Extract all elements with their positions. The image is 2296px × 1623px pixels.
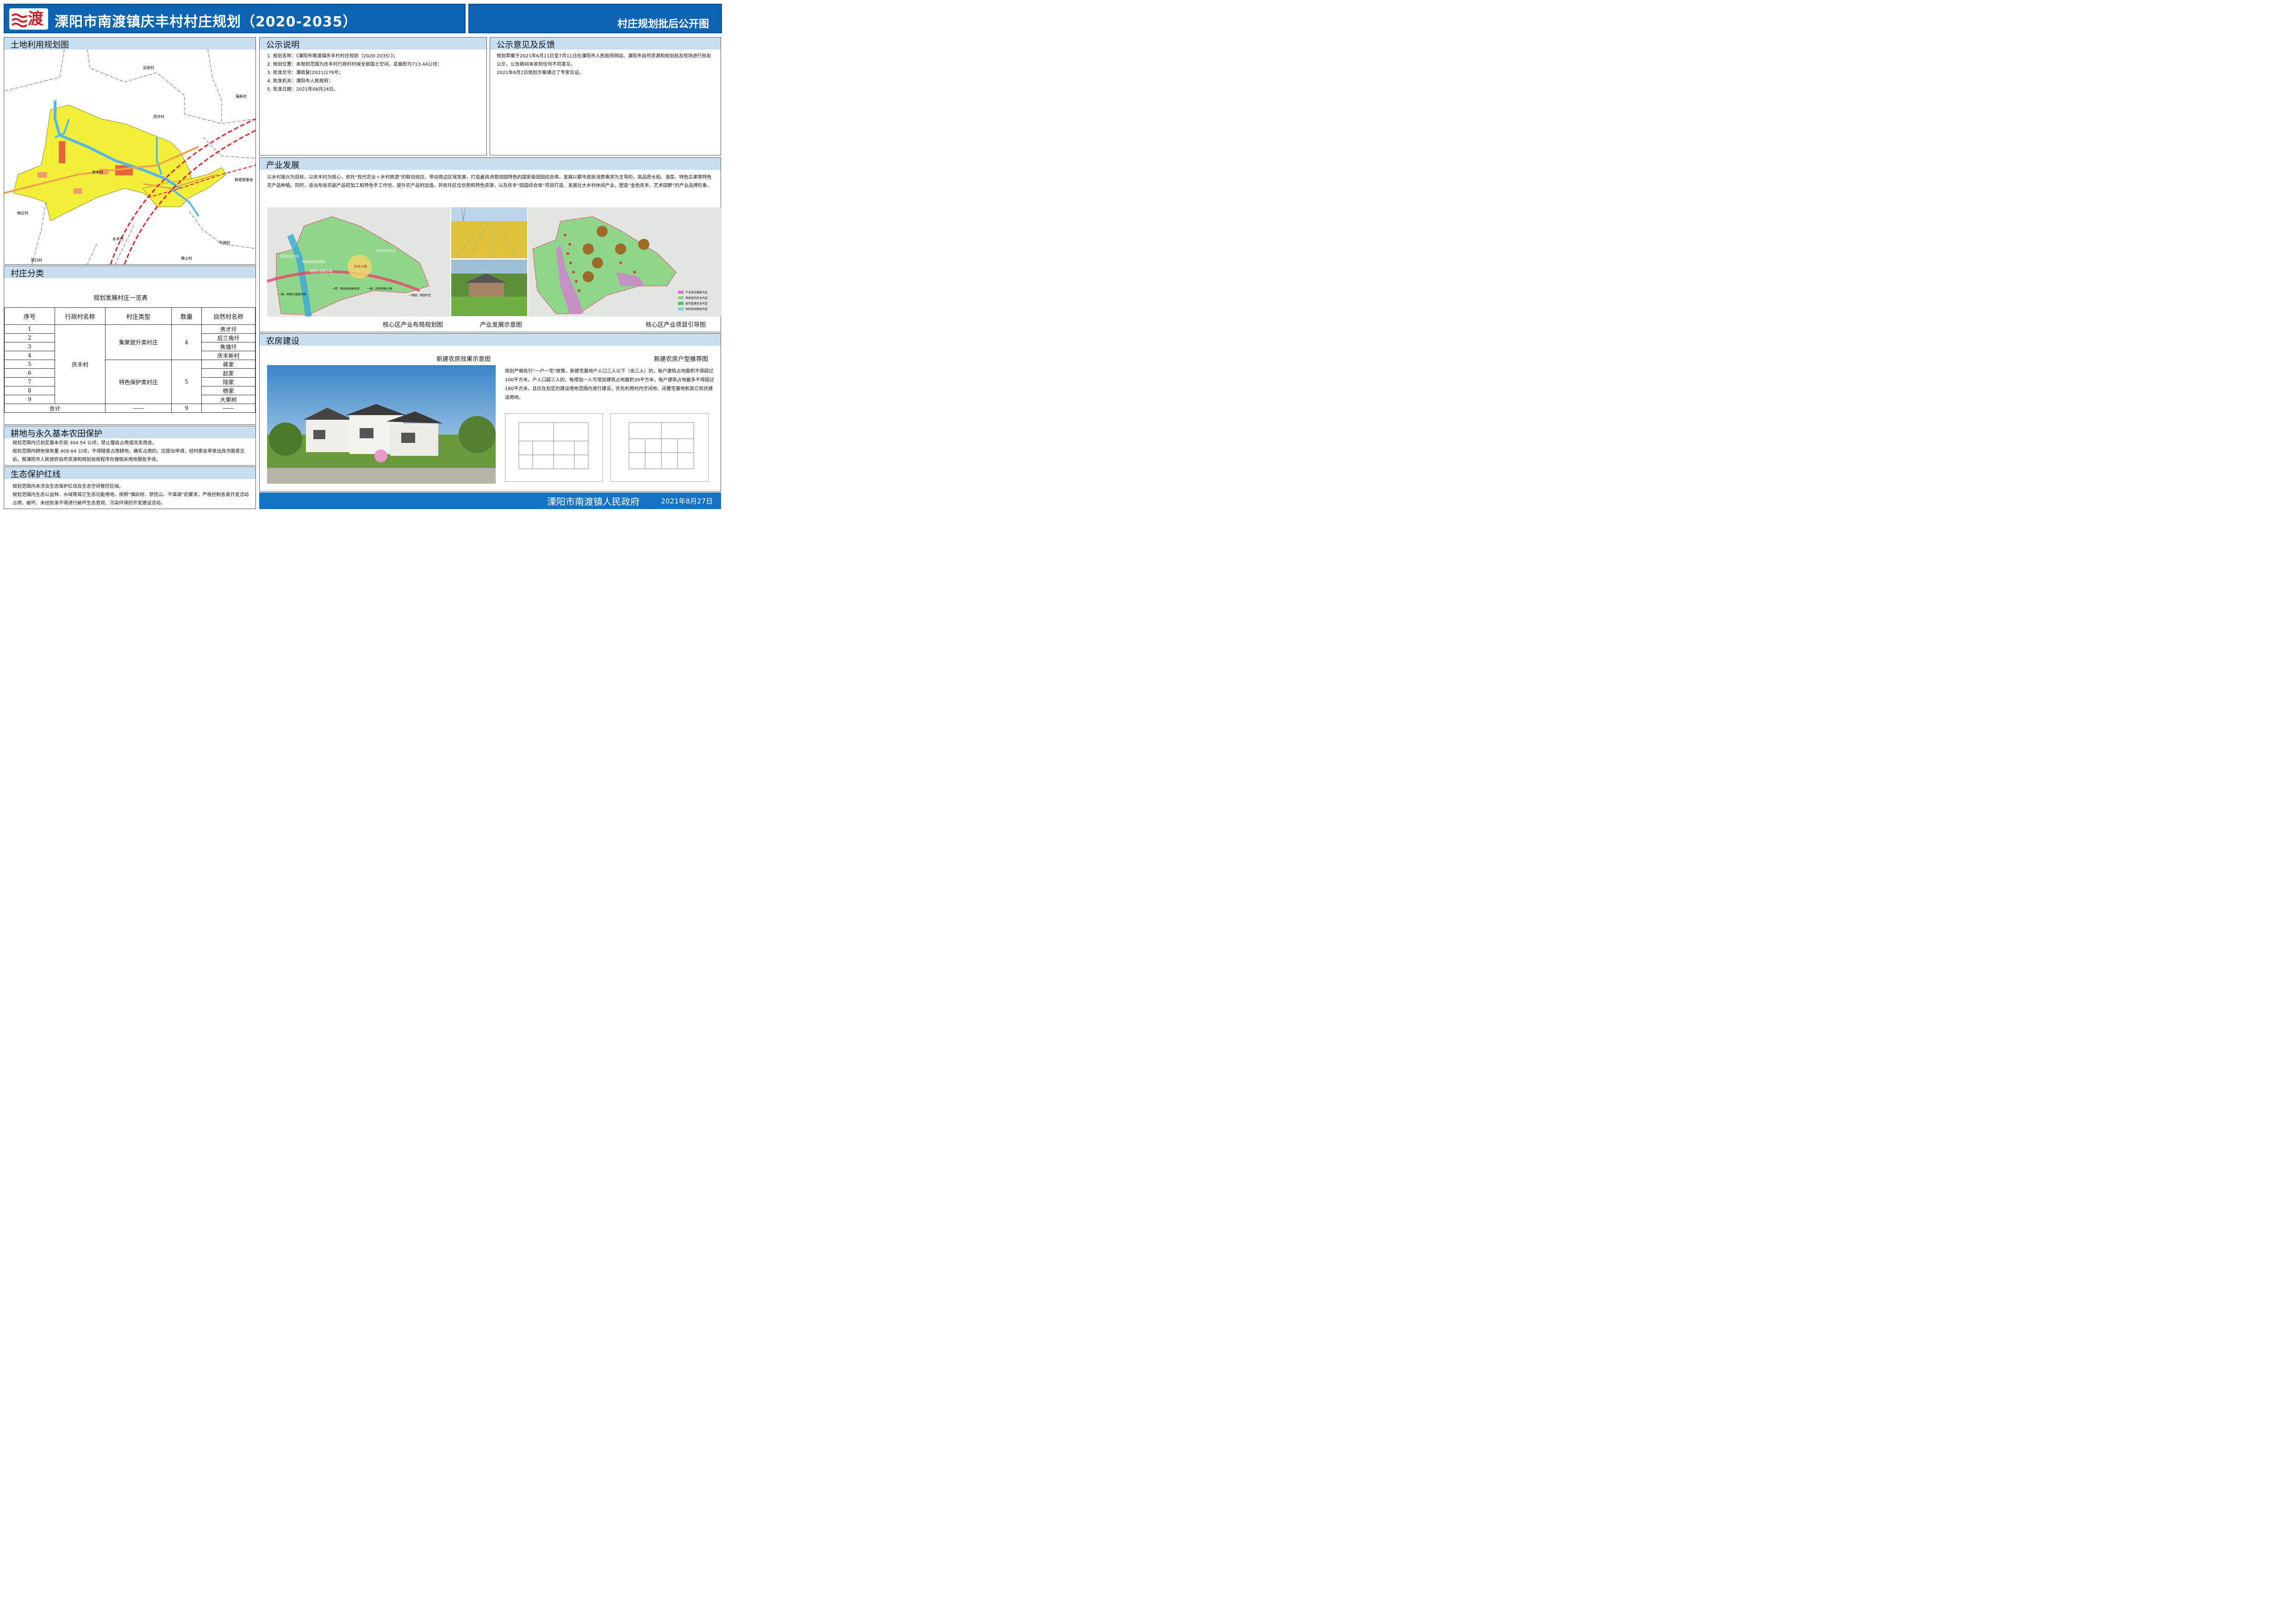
label-town: 庆丰小镇 <box>354 264 367 268</box>
feedback-p1: 规划草案于2021年6月11日至7月11日在溧阳市人民政府网站、溧阳市自然资源和… <box>497 54 711 67</box>
count-cell: 5 <box>171 360 202 404</box>
industry-text: 以乡村振兴为目标，以庆丰村为核心，依托“现代农业＋乡村旅游”的联动效应，带动周边… <box>267 175 712 188</box>
label-field1: 一田园：田园片区 <box>409 293 431 297</box>
notice-panel: 公示说明 1. 规划名称：《溧阳市南渡镇庆丰村村庄规划（2020-2035）》；… <box>259 37 487 155</box>
legend-item: 产业综合服务片区 <box>685 291 708 294</box>
map-label-zhoukou: 塑口村 <box>31 258 42 262</box>
farmland-header: 耕地与永久基本农田保护 <box>4 426 255 439</box>
logo-glyph: 渡 <box>28 10 44 28</box>
floor-plan-a <box>505 413 603 482</box>
col-no: 序号 <box>4 307 55 325</box>
footer-date: 2021年8月27日 <box>661 497 713 505</box>
village-class-header: 村庄分类 <box>4 266 255 279</box>
legend-item: 科技现代农业片区 <box>685 296 708 300</box>
table-header-row: 序号 行政村名称 村庄类型 数量 自然村名称 <box>4 307 255 325</box>
header-title-bar: 渡 溧阳市南渡镇庆丰村村庄规划（2020-2035） <box>4 4 466 33</box>
header-subtitle-bar: 村庄规划批后公开图 <box>468 4 722 33</box>
legend-item: 现代智慧农业片区 <box>685 302 708 305</box>
feedback-panel: 公示意见及反馈 规划草案于2021年6月11日至7月11日在溧阳市人民政府网站、… <box>490 37 721 155</box>
feedback-p2: 2021年6月2日规划方案通过了专家论证。 <box>497 70 584 75</box>
floor-plan-b <box>610 413 709 482</box>
map-label-xiyu: 西圩村 <box>153 114 164 119</box>
eco-header: 生态保护红线 <box>4 467 255 479</box>
col-count: 数量 <box>171 307 202 325</box>
notice-item: 5. 批准日期：2021年08月24日。 <box>267 87 338 92</box>
housing-text: 规划严格执行“一户一宅”政策，新建宅基地户人口三人以下（含三人）的，每户建筑占地… <box>505 369 714 400</box>
village-house-photo <box>451 260 527 316</box>
label-axis1: 一轴：林荫大道展示轴 <box>278 292 306 296</box>
industry-panel: 产业发展 以乡村振兴为目标，以庆丰村为核心，依托“现代农业＋乡村旅游”的联动效应… <box>259 157 722 332</box>
land-use-header: 土地利用规划图 <box>4 37 255 50</box>
village-table: 序号 行政村名称 村庄类型 数量 自然村名称 1 庆丰村 集聚提升类村庄 4 秀才圩 2… <box>4 307 255 413</box>
label-modern: 现代农业片区 <box>376 249 396 253</box>
village-class-panel: 村庄分类 规划发展村庄一览表 序号 行政村名称 村庄类型 数量 自然村名称 1庆… <box>4 266 256 425</box>
eco-panel: 生态保护红线 规划范围内未涉及生态保护红线及生态空间管控区域。 规划范围内生态公… <box>4 466 256 509</box>
housing-header: 农房建设 <box>260 334 721 346</box>
label-band1: 一带：特色休闲体验带 <box>332 287 360 291</box>
industry-layout-map: 科技农业片区 特色休闲体验带 林荫大道展示轴 现代农业片区 庆丰小镇 一轴：林荫… <box>267 207 450 317</box>
label-tech-zone: 科技农业片区 <box>280 254 299 258</box>
notice-item: 4. 批准机关：溧阳市人民政府； <box>267 79 333 84</box>
map-label-qingfeng: 庆丰村 <box>92 170 103 174</box>
village-table-title: 规划发展村庄一览表 <box>93 295 148 302</box>
notice-header: 公示说明 <box>260 37 486 50</box>
map-label-fuxin: 福新村 <box>236 94 247 99</box>
land-use-map: 旧邑村 福新村 西圩村 庆丰村 联望居委会 梅庄村 永丰村 平城村 塑口村 黄山… <box>4 50 255 264</box>
map-label-meizhuang: 梅庄村 <box>17 211 28 215</box>
effect-caption: 新建农房效果示意图 <box>436 356 491 363</box>
map-label-pingcheng: 平城村 <box>219 240 230 245</box>
type-cell: 集聚提升类村庄 <box>105 324 172 360</box>
col-natural: 自然村名称 <box>201 307 255 325</box>
logo: 渡 <box>9 8 48 30</box>
plan-caption: 新建农房户型推荐图 <box>654 356 709 363</box>
col-type: 村庄类型 <box>105 307 172 325</box>
industry-guide-map: 产业综合服务片区 科技现代农业片区 现代智慧农业片区 村民休闲体验片区 <box>528 207 722 317</box>
notice-item: 3. 批准文号：溧政复[2021]176号； <box>267 70 344 75</box>
table-total-row: 合计 —— 9 —— <box>4 404 255 413</box>
total-count: 9 <box>171 404 202 413</box>
house-render <box>267 365 496 484</box>
map-label-jiuyi: 旧邑村 <box>143 65 154 70</box>
label-town1: 一镇：庆丰特色小镇 <box>367 287 392 291</box>
notice-item: 2. 规划位置：本规划范围为庆丰村行政村村域全部国土空间，总面积为713.44公… <box>267 62 442 67</box>
caption-guide: 核心区产业项目引导图 <box>646 322 706 329</box>
legend-item: 村民休闲体验片区 <box>685 307 708 311</box>
col-admin: 行政村名称 <box>55 307 106 325</box>
land-use-panel: 土地利用规划图 旧邑村 福新村 西圩村 庆丰村 联望居委会 梅庄村 永丰村 平城… <box>4 37 256 265</box>
eco-p2: 规划范围内生态公益林、水域等其它生态功能用地，按照“慎砍树、禁挖山、不填湖”的要… <box>12 492 249 506</box>
footer-bar: 溧阳市南渡镇人民政府 2021年8月27日 <box>259 492 721 509</box>
page-title: 溧阳市南渡镇庆丰村村庄规划（2020-2035） <box>55 14 357 30</box>
table-row: 5 特色保护类村庄 5 蒋家 <box>4 360 255 404</box>
eco-p1: 规划范围内未涉及生态保护红线及生态空间管控区域。 <box>12 484 124 489</box>
notice-item: 1. 规划名称：《溧阳市南渡镇庆丰村村庄规划（2020-2035）》； <box>267 54 398 59</box>
map-label-yongfeng: 永丰村 <box>112 236 124 241</box>
industry-header: 产业发展 <box>260 158 721 170</box>
farmland-p1: 规划范围内已划定基本农田 304.54 公顷，禁止擅自占用或改变用途。 <box>12 441 157 446</box>
farmland-p2: 规划范围内耕地保有量 409.64 公顷，不得随意占用耕地，确实占用的，应提出申… <box>12 449 245 462</box>
count-cell: 4 <box>171 324 202 360</box>
page-subtitle: 村庄规划批后公开图 <box>617 19 709 30</box>
caption-development: 产业发展示意图 <box>480 322 523 329</box>
total-label: 合计 <box>4 404 106 413</box>
housing-panel: 农房建设 新建农房效果示意图 新建农房户型推荐图 规划严格执行“一户一宅”政策，… <box>259 333 721 491</box>
label-forest: 林荫大道展示轴 <box>310 269 332 273</box>
feedback-header: 公示意见及反馈 <box>490 37 721 50</box>
farmland-panel: 耕地与永久基本农田保护 规划范围内已划定基本农田 304.54 公顷，禁止擅自占… <box>4 426 256 466</box>
footer-org: 溧阳市南渡镇人民政府 <box>547 496 640 507</box>
map-label-huangshan: 黄山村 <box>181 256 192 261</box>
type-cell: 特色保护类村庄 <box>105 360 172 404</box>
rice-field-photo <box>451 207 527 258</box>
caption-layout: 核心区产业布局规划图 <box>383 322 443 329</box>
admin-village-cell: 庆丰村 <box>55 324 106 404</box>
map-label-lianwang: 联望居委会 <box>235 177 253 182</box>
label-leisure: 特色休闲体验带 <box>302 260 325 264</box>
table-row: 1 庆丰村 集聚提升类村庄 4 秀才圩 <box>4 324 255 404</box>
